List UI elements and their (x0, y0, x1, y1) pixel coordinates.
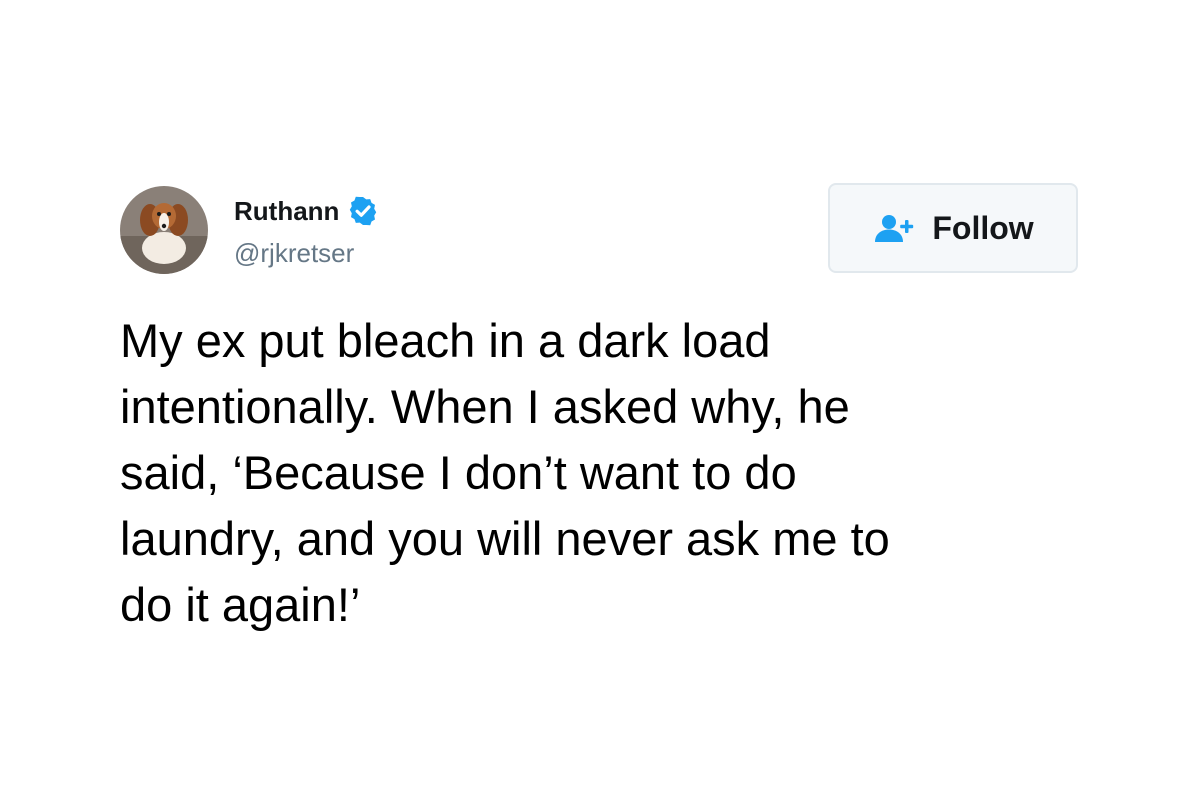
tweet-text-line: My ex put bleach in a dark load (120, 314, 771, 367)
follow-button[interactable]: Follow (828, 183, 1078, 273)
author-name-row: Ruthann (234, 194, 379, 228)
avatar[interactable] (120, 186, 208, 274)
tweet-text-line: do it again!’ (120, 578, 361, 631)
tweet-text-line: said, ‘Because I don’t want to do (120, 446, 797, 499)
tweet-text-line: intentionally. When I asked why, he (120, 380, 850, 433)
tweet-text-line: laundry, and you will never ask me to (120, 512, 890, 565)
dog-photo-avatar-icon (120, 186, 208, 274)
verified-badge-icon (347, 195, 379, 227)
author-handle[interactable]: @rjkretser (234, 237, 354, 269)
follow-button-label: Follow (932, 209, 1034, 246)
tweet-text: My ex put bleach in a dark load intentio… (120, 308, 1080, 638)
tweet-card: Ruthann @rjkretser Follow My ex put blea… (0, 0, 1200, 800)
add-user-icon (872, 213, 918, 243)
author-display-name[interactable]: Ruthann (234, 194, 339, 228)
